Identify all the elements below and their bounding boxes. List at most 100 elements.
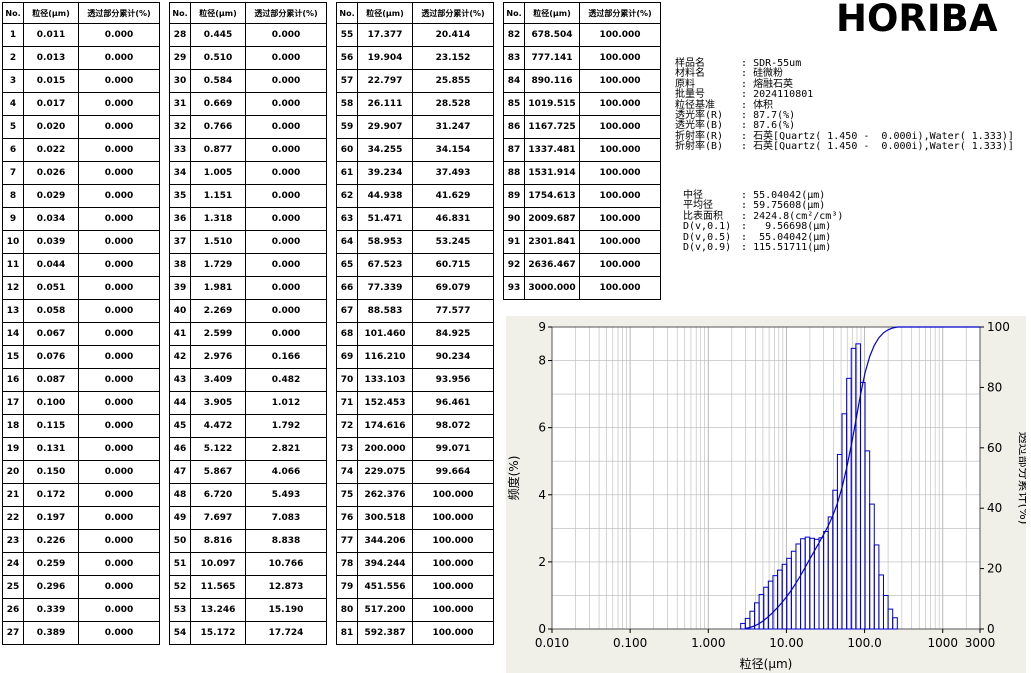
x-tick-label: 1000 (927, 636, 958, 650)
table-row: 26 0.339 0.000 (2, 598, 160, 622)
info-row: 样品名 : SDR-55um (675, 58, 1014, 69)
table-row: 43 3.409 0.482 (169, 368, 327, 392)
row-number: 60 (336, 138, 358, 162)
table-row: 44 3.905 1.012 (169, 391, 327, 415)
info-separator: : (735, 68, 754, 80)
table-row: 27 0.389 0.000 (2, 621, 160, 645)
row-number: 73 (336, 437, 358, 461)
particle-size-cell: 11.565 (190, 575, 246, 599)
cumulative-cell: 96.461 (412, 391, 494, 415)
particle-size-cell: 0.172 (23, 483, 79, 507)
row-number: 87 (503, 138, 525, 162)
particle-size-cell: 1531.914 (524, 161, 580, 185)
particle-size-cell: 2009.687 (524, 207, 580, 231)
particle-size-cell: 0.067 (23, 322, 79, 346)
particle-size-cell: 200.000 (357, 437, 413, 461)
info-row: 折射率(B) : 石英[Quartz( 1.450 - 0.000i),Wate… (675, 141, 1014, 153)
cumulative-cell: 28.528 (412, 92, 494, 116)
info-separator: : (735, 200, 754, 212)
particle-size-cell: 0.058 (23, 299, 79, 323)
y-axis-label-right: 透过部分累计(%) (1017, 432, 1026, 525)
cumulative-cell: 2.821 (245, 437, 327, 461)
table-row: 4 0.017 0.000 (2, 92, 160, 116)
cumulative-cell: 0.000 (78, 391, 160, 415)
cumulative-cell: 0.000 (78, 506, 160, 530)
y-tick-label-left: 2 (538, 555, 546, 569)
cumulative-cell: 0.000 (78, 437, 160, 461)
row-number: 54 (169, 621, 191, 645)
particle-size-cell: 1337.481 (524, 138, 580, 162)
particle-size-cell: 1.981 (190, 276, 246, 300)
cumulative-cell: 90.234 (412, 345, 494, 369)
particle-size-cell: 10.097 (190, 552, 246, 576)
info-value: 2024110801 (753, 89, 814, 101)
row-number: 67 (336, 299, 358, 323)
particle-size-cell: 0.022 (23, 138, 79, 162)
column-header: 粒径(μm) (190, 2, 246, 24)
y-tick-label-left: 9 (538, 320, 546, 334)
y-tick-label-right: 20 (987, 562, 1002, 576)
cumulative-cell: 0.000 (245, 161, 327, 185)
table-row: 73 200.000 99.071 (336, 437, 494, 461)
row-number: 10 (2, 230, 24, 254)
info-value: 115.51711(μm) (753, 242, 832, 254)
horiba-logo: HORIBA (836, 0, 998, 40)
cumulative-cell: 100.000 (579, 276, 661, 300)
y-tick-label-right: 80 (987, 380, 1002, 394)
cumulative-cell: 12.873 (245, 575, 327, 599)
cumulative-cell: 0.000 (78, 92, 160, 116)
psd-table-2: No. 粒径(μm) 透过部分累计(%) 28 0.445 0.000 29 0.510 0.0… (169, 2, 327, 645)
cumulative-cell: 100.000 (579, 184, 661, 208)
cumulative-cell: 0.000 (78, 529, 160, 553)
cumulative-cell: 0.000 (245, 115, 327, 139)
particle-size-cell: 51.471 (357, 207, 413, 231)
particle-size-cell: 77.339 (357, 276, 413, 300)
particle-size-cell: 0.226 (23, 529, 79, 553)
x-tick-label: 0.010 (535, 636, 569, 650)
cumulative-cell: 41.629 (412, 184, 494, 208)
table-row: 38 1.729 0.000 (169, 253, 327, 277)
particle-size-cell: 58.953 (357, 230, 413, 254)
row-number: 31 (169, 92, 191, 116)
cumulative-cell: 0.000 (245, 299, 327, 323)
info-separator: : (735, 141, 754, 153)
row-number: 70 (336, 368, 358, 392)
table-row: 79 451.556 100.000 (336, 575, 494, 599)
info-row: 原料 : 熔融石英 (675, 79, 1014, 90)
particle-size-cell: 0.034 (23, 207, 79, 231)
row-number: 63 (336, 207, 358, 231)
table-row: 50 8.816 8.838 (169, 529, 327, 553)
particle-size-cell: 3.409 (190, 368, 246, 392)
psd-table-1: No. 粒径(μm) 透过部分累计(%) 1 0.011 0.000 2 0.013 0.000… (2, 2, 160, 645)
column-header: No. (2, 2, 24, 24)
table-row: 20 0.150 0.000 (2, 460, 160, 484)
table-row: 35 1.151 0.000 (169, 184, 327, 208)
table-row: 42 2.976 0.166 (169, 345, 327, 369)
table-row: 61 39.234 37.493 (336, 161, 494, 185)
row-number: 46 (169, 437, 191, 461)
table-row: 13 0.058 0.000 (2, 299, 160, 323)
info-row: D(v,0.9) : 115.51711(μm) (683, 242, 843, 254)
particle-size-cell: 0.011 (23, 23, 79, 47)
row-number: 66 (336, 276, 358, 300)
particle-size-cell: 0.029 (23, 184, 79, 208)
info-separator: : (735, 99, 754, 111)
row-number: 4 (2, 92, 24, 116)
table-row: 86 1167.725 100.000 (503, 115, 661, 139)
row-number: 2 (2, 46, 24, 70)
particle-size-cell: 29.907 (357, 115, 413, 139)
table-row: 52 11.565 12.873 (169, 575, 327, 599)
table-row: 18 0.115 0.000 (2, 414, 160, 438)
distribution-chart-svg: 0.010 0.100 1.000 10.00 100.0 1000 30000246890… (506, 320, 1026, 671)
particle-size-cell: 0.197 (23, 506, 79, 530)
table-row: 46 5.122 2.821 (169, 437, 327, 461)
table-header: No. 粒径(μm) 透过部分累计(%) (169, 2, 327, 24)
row-number: 80 (336, 598, 358, 622)
row-number: 42 (169, 345, 191, 369)
table-row: 36 1.318 0.000 (169, 207, 327, 231)
table-row: 57 22.797 25.855 (336, 69, 494, 93)
table-row: 30 0.584 0.000 (169, 69, 327, 93)
table-row: 54 15.172 17.724 (169, 621, 327, 645)
cumulative-cell: 0.000 (245, 230, 327, 254)
info-separator: : (735, 221, 754, 233)
